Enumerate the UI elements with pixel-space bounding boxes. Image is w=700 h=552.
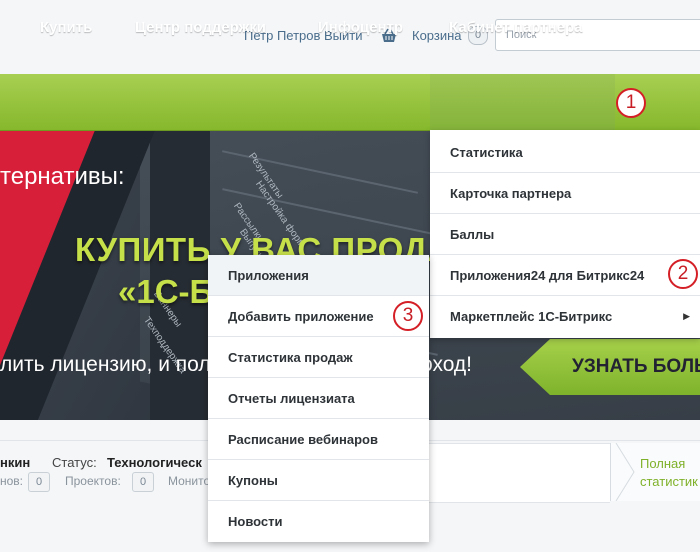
banner-subtext-left: лить лицензию, и получ [0, 353, 233, 376]
menu-item-partner-card[interactable]: Карточка партнера [430, 173, 700, 214]
nav-item-buy[interactable]: Купить [40, 0, 92, 56]
banner-learn-more-button[interactable]: УЗНАТЬ БОЛЬ [520, 339, 700, 395]
caret-right-icon: ▶ [683, 311, 690, 321]
count-label: нов: [0, 474, 24, 488]
profile-name: нкин [0, 455, 31, 470]
apps-submenu: Приложения Добавить приложение Статистик… [208, 255, 429, 542]
submenu-item-licensee-reports[interactable]: Отчеты лицензиата [208, 378, 429, 419]
menu-item-apps24[interactable]: Приложения24 для Битрикс24 [430, 255, 700, 296]
banner-alternatives-text: тернативы: [0, 163, 125, 190]
projects-label: Проектов: [65, 474, 121, 488]
status-value: Технологическ [107, 455, 202, 470]
nav-active-highlight [430, 74, 615, 130]
submenu-item-webinars[interactable]: Расписание вебинаров [208, 419, 429, 460]
banner-headline-2: «1С-Б [118, 273, 214, 310]
submenu-item-news[interactable]: Новости [208, 501, 429, 542]
full-stats-label-2[interactable]: статистик [640, 474, 698, 489]
nav-item-support[interactable]: Центр поддержки [135, 0, 266, 56]
nav-item-infocenter[interactable]: Инфоцентр [318, 0, 403, 56]
callout-badge-3: 3 [393, 301, 423, 331]
partner-dropdown-menu: Статистика Карточка партнера Баллы Прило… [430, 130, 700, 338]
menu-item-apps24-label: Приложения24 для Битрикс24 [450, 268, 645, 283]
menu-item-statistics[interactable]: Статистика [430, 132, 700, 173]
count-badge: 0 [28, 472, 50, 492]
submenu-item-apps[interactable]: Приложения [208, 255, 429, 296]
monitoring-label: Монито [168, 474, 211, 488]
nav-item-partner-cabinet[interactable]: Кабинет партнера [449, 0, 583, 56]
submenu-item-sales-stats[interactable]: Статистика продаж [208, 337, 429, 378]
menu-item-points[interactable]: Баллы [430, 214, 700, 255]
submenu-item-coupons[interactable]: Купоны [208, 460, 429, 501]
menu-item-marketplace-label: Маркетплейс 1С-Битрикс [450, 309, 613, 324]
full-stats-label-1[interactable]: Полная [640, 456, 685, 471]
projects-count-badge: 0 [132, 472, 154, 492]
status-label: Статус: [52, 455, 97, 470]
callout-badge-2: 2 [668, 259, 698, 289]
menu-item-marketplace[interactable]: Маркетплейс 1С-Битрикс ▶ [430, 296, 700, 337]
chevron-right-icon [615, 443, 635, 501]
callout-badge-1: 1 [616, 88, 646, 118]
